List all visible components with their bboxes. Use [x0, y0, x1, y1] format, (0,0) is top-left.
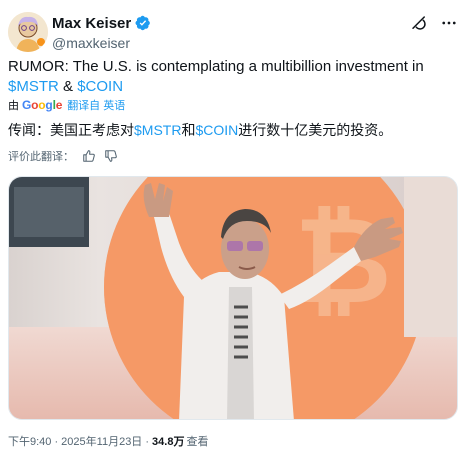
google-letter: G: [22, 98, 32, 112]
thumbs-up-icon[interactable]: [82, 149, 96, 163]
tweet-text-mid: &: [58, 78, 78, 95]
translation-prefix: 传闻：美国正考虑对: [8, 122, 134, 138]
translation-cashtag-coin-link[interactable]: $COIN: [195, 122, 238, 138]
translation-cashtag-mstr-link[interactable]: $MSTR: [134, 122, 181, 138]
views-label: 查看: [186, 436, 209, 448]
tweet-meta-row: 下午9:40 · 2025年11月23日 · 34.8万 查看: [8, 433, 208, 449]
cashtag-coin-link[interactable]: $COIN: [77, 78, 123, 95]
translated-from-link[interactable]: 翻译自 英语: [67, 97, 125, 113]
view-count: 34.8万: [152, 436, 185, 448]
handle[interactable]: @maxkeiser: [52, 35, 151, 51]
more-options-icon[interactable]: [440, 14, 458, 32]
translation-mid: 和: [181, 122, 196, 138]
thumbs-down-icon[interactable]: [104, 149, 118, 163]
header-actions: [410, 14, 458, 32]
rate-translation-row: 评价此翻译：: [8, 148, 118, 164]
tweet-text: RUMOR: The U.S. is contemplating a multi…: [8, 57, 466, 97]
timestamp-link[interactable]: 下午9:40 · 2025年11月23日 ·: [8, 433, 149, 449]
translated-by-label: 由: [8, 100, 19, 112]
tweet-photo[interactable]: ₿: [8, 176, 458, 420]
verified-badge-icon: [135, 15, 151, 31]
display-name-row: Max Keiser: [52, 14, 151, 32]
google-letter: g: [45, 98, 53, 112]
google-logo: Google: [22, 98, 62, 112]
translated-text: 传闻：美国正考虑对$MSTR和$COIN进行数十亿美元的投资。: [8, 120, 392, 140]
google-letter: e: [55, 98, 63, 112]
translated-by-row: 由 Google 翻译自 英语: [8, 98, 125, 112]
tweet-header: Max Keiser @maxkeiser: [8, 8, 464, 52]
tweet-text-prefix: RUMOR: The U.S. is contemplating a multi…: [8, 58, 424, 75]
grok-icon[interactable]: [410, 14, 428, 32]
cashtag-mstr-link[interactable]: $MSTR: [8, 78, 59, 95]
rate-translation-label: 评价此翻译：: [8, 151, 74, 163]
display-name[interactable]: Max Keiser: [52, 15, 131, 32]
translation-suffix: 进行数十亿美元的投资。: [238, 122, 393, 138]
avatar[interactable]: [8, 12, 48, 52]
author-names: Max Keiser @maxkeiser: [52, 14, 151, 51]
